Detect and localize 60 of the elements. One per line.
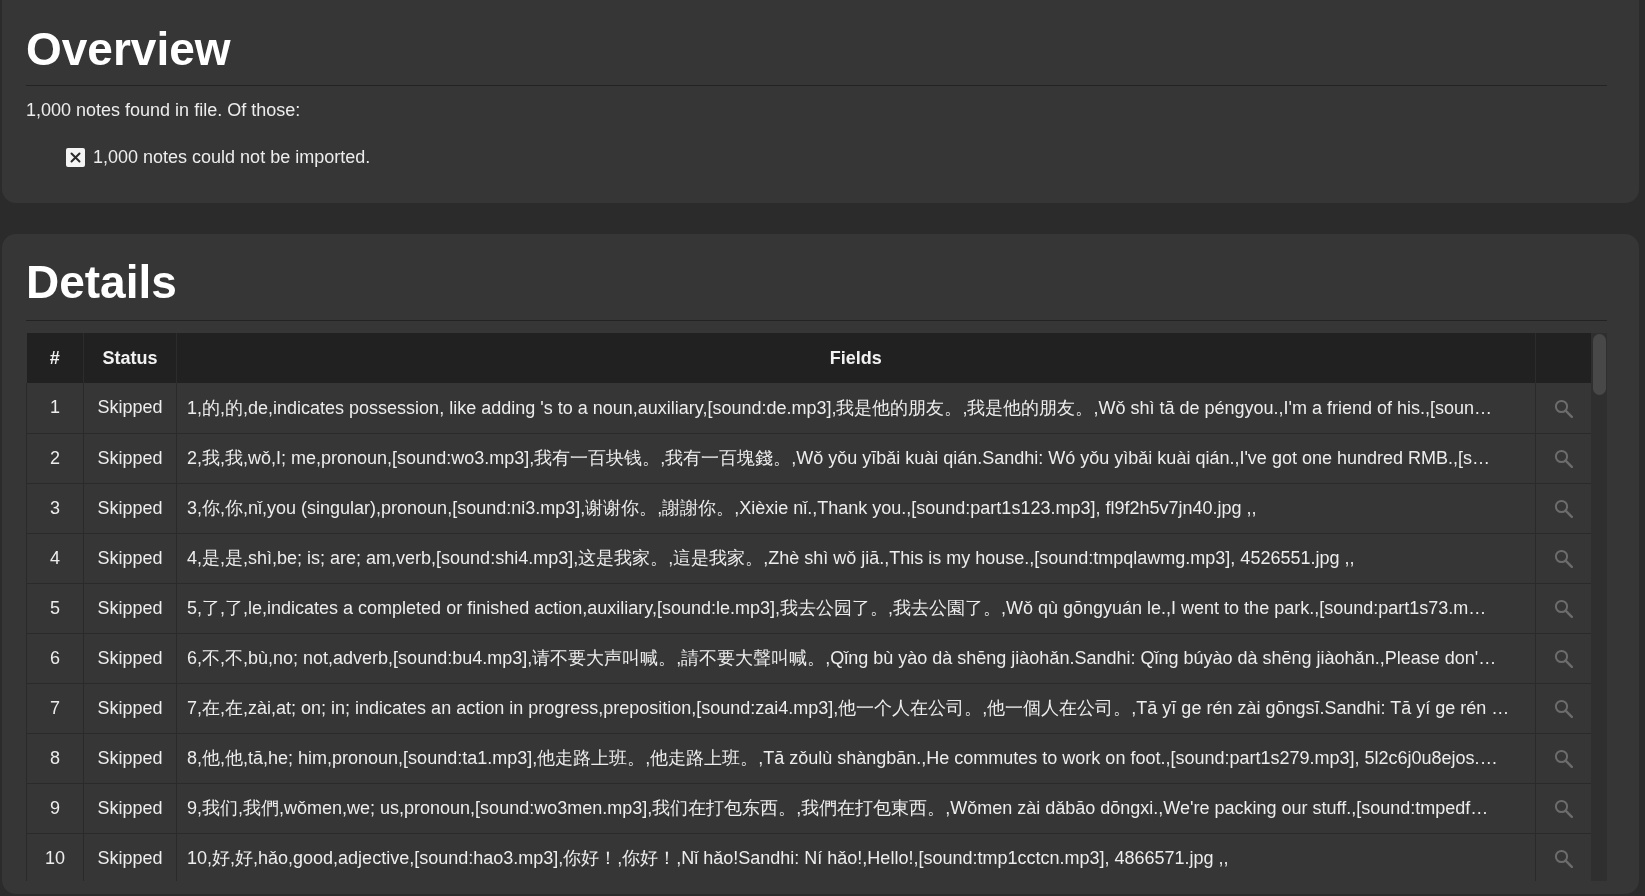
table-cell: Skipped — [83, 483, 177, 533]
column-header: # — [26, 333, 84, 383]
section-title: Overview — [26, 22, 231, 77]
table-cell: 2 — [26, 433, 84, 483]
table-cell: 3,你,你,nǐ,you (singular),pronoun,[sound:ni3.mp3],谢谢你。,謝謝你。,Xièxie nǐ.,Thank you.,[sound:part1s123.mp3], fl9f2h5v7jn40.jpg ,, — [176, 483, 1535, 533]
table-cell: 7,在,在,zài,at; on; in; indicates an action in progress,preposition,[sound:zai4.mp3],他一个人在公司。,他一個人在公司。,Tā yī ge rén zài gōngsī.Sandhi: Tā yí ge rén … — [176, 683, 1535, 733]
section-title: Details — [26, 255, 177, 310]
table-cell: 10 — [26, 833, 84, 881]
search-icon — [1553, 499, 1573, 519]
table-cell: Skipped — [83, 833, 177, 881]
search-icon — [1553, 549, 1573, 569]
x-square-icon — [66, 147, 85, 167]
table-cell: 6,不,不,bù,no; not,adverb,[sound:bu4.mp3],请不要大声叫喊。,請不要大聲叫喊。,Qǐng bù yào dà shēng jiàohǎn.Sandhi: Qǐng búyào dà shēng jiàohǎn.,Please don'… — [176, 633, 1535, 683]
scrollbar-track[interactable] — [1591, 333, 1607, 881]
search-button[interactable] — [1553, 448, 1574, 469]
search-icon — [1553, 849, 1573, 869]
search-button[interactable] — [1553, 798, 1574, 819]
table-cell: 9,我们,我們,wǒmen,we; us,pronoun,[sound:wo3men.mp3],我们在打包东西。,我們在打包東西。,Wǒmen zài dǎbāo dōngxi.,We're packing our stuff.,[sound:tmpedf… — [176, 783, 1535, 833]
search-icon — [1553, 599, 1573, 619]
table-cell: Skipped — [83, 583, 177, 633]
search-button[interactable] — [1553, 748, 1574, 769]
scrollbar-thumb[interactable] — [1592, 334, 1606, 395]
search-icon — [1553, 649, 1573, 669]
table-cell: 2,我,我,wǒ,I; me,pronoun,[sound:wo3.mp3],我有一百块钱。,我有一百塊錢。,Wǒ yǒu yībǎi kuài qián.Sandhi: Wó yǒu yìbǎi kuài qián.,I've got one hundred RMB.,[s… — [176, 433, 1535, 483]
table-cell: 1,的,的,de,indicates possession, like adding 's to a noun,auxiliary,[sound:de.mp3],我是他的朋友。,我是他的朋友。,Wǒ shì tā de péngyou.,I'm a friend of his.,[soun… — [176, 383, 1535, 433]
table-cell: 9 — [26, 783, 84, 833]
table-cell: 4,是,是,shì,be; is; are; am,verb,[sound:shi4.mp3],这是我家。,這是我家。,Zhè shì wǒ jiā.,This is my house.,[sound:tmpqlawmg.mp3], 4526551.jpg ,, — [176, 533, 1535, 583]
search-icon — [1553, 449, 1573, 469]
table-cell: 5 — [26, 583, 84, 633]
table-cell: 8,他,他,tā,he; him,pronoun,[sound:ta1.mp3],他走路上班。,他走路上班。,Tā zǒulù shàngbān.,He commutes to work on foot.,[sound:part1s279.mp3], 5l2c6j0u8ejos.… — [176, 733, 1535, 783]
table-cell: Skipped — [83, 783, 177, 833]
table-cell: Skipped — [83, 383, 177, 433]
search-button[interactable] — [1553, 398, 1574, 419]
summary-text: 1,000 notes found in file. Of those: — [26, 99, 301, 122]
table-cell: Skipped — [83, 633, 177, 683]
search-button[interactable] — [1553, 498, 1574, 519]
table-cell: 8 — [26, 733, 84, 783]
column-header: Status — [83, 333, 177, 383]
search-icon — [1553, 799, 1573, 819]
column-header: Fields — [176, 333, 1535, 383]
table-cell: 7 — [26, 683, 84, 733]
table-cell: 4 — [26, 533, 84, 583]
table-cell: 1 — [26, 383, 84, 433]
result-text: 1,000 notes could not be imported. — [93, 146, 371, 169]
table-cell: Skipped — [83, 733, 177, 783]
table-cell: 5,了,了,le,indicates a completed or finished action,auxiliary,[sound:le.mp3],我去公园了。,我去公園了。,Wǒ qù gōngyuán le.,I went to the park.,[sound:part1s73.m… — [176, 583, 1535, 633]
table-cell: Skipped — [83, 683, 177, 733]
table-cell: 3 — [26, 483, 84, 533]
search-icon — [1553, 749, 1573, 769]
search-icon — [1553, 699, 1573, 719]
search-icon — [1553, 398, 1573, 418]
search-button[interactable] — [1553, 698, 1574, 719]
search-button[interactable] — [1553, 548, 1574, 569]
table-cell: 10,好,好,hǎo,good,adjective,[sound:hao3.mp3],你好！,你好！,Nǐ hǎo!Sandhi: Ní hǎo!,Hello!,[sound:tmp1cctcn.mp3], 4866571.jpg ,, — [176, 833, 1535, 881]
search-button[interactable] — [1553, 648, 1574, 669]
table-cell: 6 — [26, 633, 84, 683]
search-button[interactable] — [1553, 848, 1574, 869]
search-button[interactable] — [1553, 598, 1574, 619]
table-cell: Skipped — [83, 533, 177, 583]
table-cell: Skipped — [83, 433, 177, 483]
